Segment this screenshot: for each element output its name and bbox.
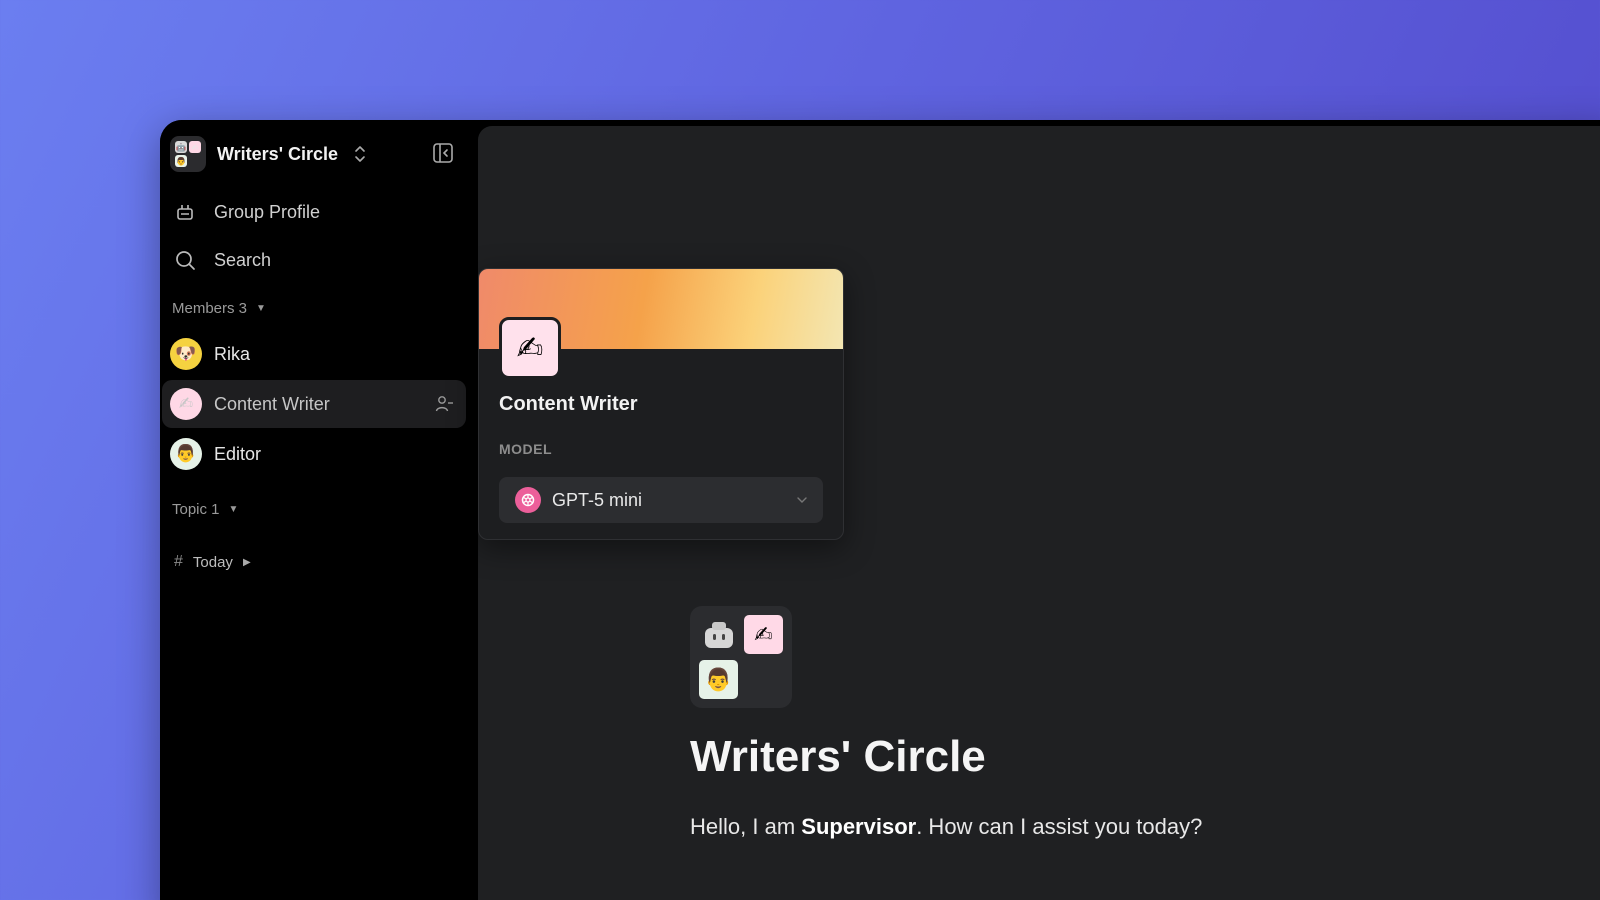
member-item-editor[interactable]: 👨 Editor (162, 430, 466, 478)
painter-icon: 👨 (699, 660, 738, 699)
sidebar: 🤖 ✍ 👨 Writers' Circle Group Profile Sear… (160, 120, 478, 900)
robot-icon: 🤖 (175, 141, 187, 153)
user-remove-icon[interactable] (434, 394, 454, 419)
welcome-greeting: Hello, I am Supervisor. How can I assist… (690, 814, 1202, 840)
group-avatar-large: ✍ 👨 (690, 606, 792, 708)
members-label: Members 3 (172, 300, 248, 317)
caret-down-icon: ▼ (256, 303, 266, 314)
pen-hand-icon: ✍ (499, 317, 561, 379)
greeting-prefix: Hello, I am (690, 814, 802, 839)
hash-icon: # (174, 553, 183, 570)
painter-icon: 👨 (175, 155, 187, 167)
pen-hand-icon: ✍ (744, 615, 783, 654)
caret-down-icon: ▼ (228, 504, 239, 515)
topics-section-toggle[interactable]: Topic 1 ▼ (172, 501, 238, 518)
rika-avatar: 🐶 (170, 338, 202, 370)
chevron-down-icon (795, 491, 809, 512)
search-icon (172, 247, 198, 273)
model-select[interactable]: GPT-5 mini (499, 477, 823, 523)
group-switcher[interactable]: 🤖 ✍ 👨 Writers' Circle (170, 136, 368, 172)
sidebar-collapse-icon[interactable] (430, 140, 456, 166)
nav-group-profile[interactable]: Group Profile (172, 194, 320, 230)
chevron-up-down-icon[interactable] (352, 143, 368, 165)
nav-group-profile-label: Group Profile (214, 201, 321, 222)
nav-search-label: Search (214, 249, 272, 270)
pen-hand-icon: ✍ (170, 388, 202, 420)
welcome-title: Writers' Circle (690, 732, 986, 781)
group-name: Writers' Circle (217, 143, 338, 164)
app-window: 🤖 ✍ 👨 Writers' Circle Group Profile Sear… (160, 120, 1600, 900)
chat-main: ✍ Content Writer MODEL GPT-5 mini ✍ 👨 Wr… (478, 126, 1600, 900)
painter-icon: 👨 (170, 438, 202, 470)
agent-profile-card: ✍ Content Writer MODEL GPT-5 mini (478, 268, 844, 540)
agent-name: Content Writer (499, 393, 638, 415)
topic-item-today[interactable]: # Today ▶ (174, 548, 251, 576)
pen-hand-icon: ✍ (189, 141, 201, 153)
members-section-toggle[interactable]: Members 3 ▼ (172, 300, 266, 317)
member-name: Editor (214, 443, 262, 464)
member-name: Content Writer (214, 393, 330, 414)
model-label: MODEL (499, 441, 553, 457)
caret-right-icon: ▶ (242, 556, 251, 568)
member-name: Rika (214, 343, 251, 364)
bot-profile-icon (172, 199, 198, 225)
topic-name: Today (192, 553, 233, 571)
robot-icon (699, 615, 738, 654)
group-avatar: 🤖 ✍ 👨 (170, 136, 206, 172)
member-item-rika[interactable]: 🐶 Rika (162, 330, 466, 378)
openai-icon (515, 487, 541, 513)
supervisor-name: Supervisor (801, 814, 917, 839)
member-item-content-writer[interactable]: ✍ Content Writer (162, 380, 466, 428)
model-value: GPT-5 mini (552, 489, 643, 510)
nav-search[interactable]: Search (172, 242, 271, 278)
greeting-suffix: . How can I assist you today? (916, 814, 1203, 839)
topics-label: Topic 1 (172, 501, 220, 518)
